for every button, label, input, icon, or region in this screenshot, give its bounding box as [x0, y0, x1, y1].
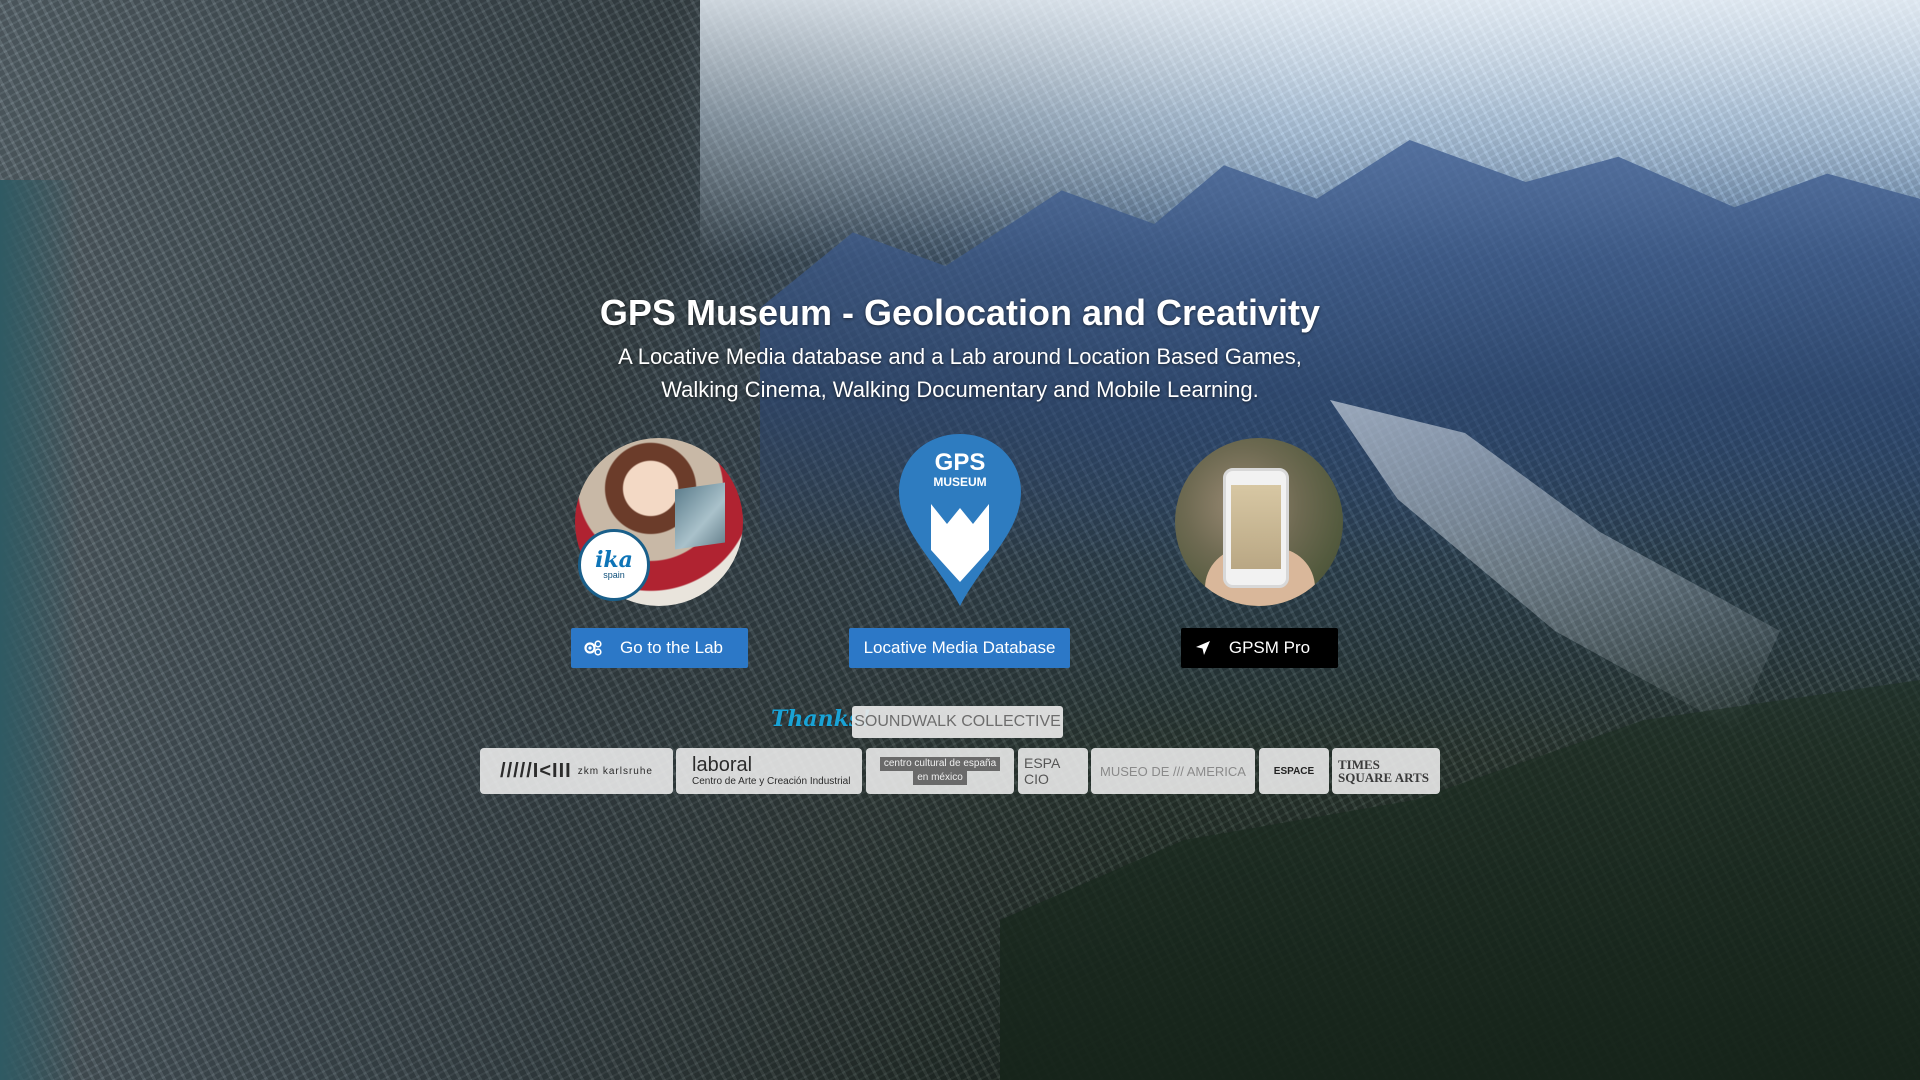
- gps-museum-pin-logo[interactable]: GPS MUSEUM: [897, 432, 1023, 608]
- ika-logo-word: ika: [595, 547, 633, 573]
- gpsm-pro-button[interactable]: GPSM Pro: [1181, 628, 1338, 668]
- gpsm-pro-photo[interactable]: [1175, 438, 1343, 606]
- ika-logo-sub: spain: [603, 570, 625, 580]
- hero-section: GPS Museum - Geolocation and Creativity …: [0, 0, 1920, 1080]
- laboral-logo-main: laboral: [692, 754, 753, 776]
- ccemx-logo-line-2: en méxico: [913, 771, 967, 785]
- espacio-logo[interactable]: ESPA CIO: [1018, 748, 1088, 794]
- go-to-lab-button[interactable]: Go to the Lab: [571, 628, 748, 668]
- go-to-lab-label: Go to the Lab: [619, 638, 724, 657]
- zkm-logo-sub: zkm karlsruhe: [577, 765, 653, 777]
- subtitle-line-1: A Locative Media database and a Lab arou…: [618, 344, 1302, 369]
- espace-logo-text: ESPACE: [1273, 765, 1315, 777]
- zkm-logo[interactable]: /////I<III zkm karlsruhe: [480, 748, 673, 794]
- laptop-screen: [675, 482, 725, 550]
- museo-de-america-logo-text: MUSEO DE /// AMERICA: [1100, 763, 1246, 779]
- soundwalk-collective-label: SOUNDWALK COLLECTIVE: [854, 713, 1061, 730]
- gears-icon: [584, 640, 602, 656]
- laboral-logo[interactable]: laboral Centro de Arte y Creación Indust…: [676, 748, 862, 794]
- phone-shape: [1223, 468, 1289, 588]
- locative-media-database-label: Locative Media Database: [863, 638, 1056, 657]
- location-arrow-icon: [1196, 641, 1210, 655]
- locative-media-database-button[interactable]: Locative Media Database: [849, 628, 1070, 668]
- soundwalk-collective-logo[interactable]: SOUNDWALK COLLECTIVE: [852, 706, 1063, 738]
- ccemx-logo[interactable]: centro cultural de españa en méxico: [866, 748, 1014, 794]
- museo-de-america-logo[interactable]: MUSEO DE /// AMERICA: [1091, 748, 1255, 794]
- espacio-logo-text: ESPA CIO: [1024, 755, 1060, 787]
- ccemx-logo-line-1: centro cultural de españa: [879, 757, 1001, 771]
- subtitle-line-2: Walking Cinema, Walking Documentary and …: [661, 377, 1259, 402]
- map-pin-icon: GPS MUSEUM: [899, 434, 1021, 606]
- phone-screen: [1231, 485, 1281, 569]
- laboral-logo-sub: Centro de Arte y Creación Industrial: [692, 776, 851, 787]
- times-square-arts-logo[interactable]: TIMES SQUARE ARTS: [1332, 748, 1440, 794]
- ika-logo: ika spain: [578, 529, 650, 601]
- pin-logo-museum: MUSEUM: [933, 475, 986, 489]
- pin-logo-gps: GPS: [935, 449, 986, 476]
- espace-logo[interactable]: ESPACE: [1259, 748, 1329, 794]
- page-subtitle: A Locative Media database and a Lab arou…: [560, 340, 1360, 406]
- times-square-arts-logo-text: TIMES SQUARE ARTS: [1338, 757, 1429, 785]
- gpsm-pro-label: GPSM Pro: [1228, 638, 1311, 657]
- page-title: GPS Museum - Geolocation and Creativity: [599, 292, 1321, 333]
- zkm-logo-main: /////I<III: [500, 759, 572, 782]
